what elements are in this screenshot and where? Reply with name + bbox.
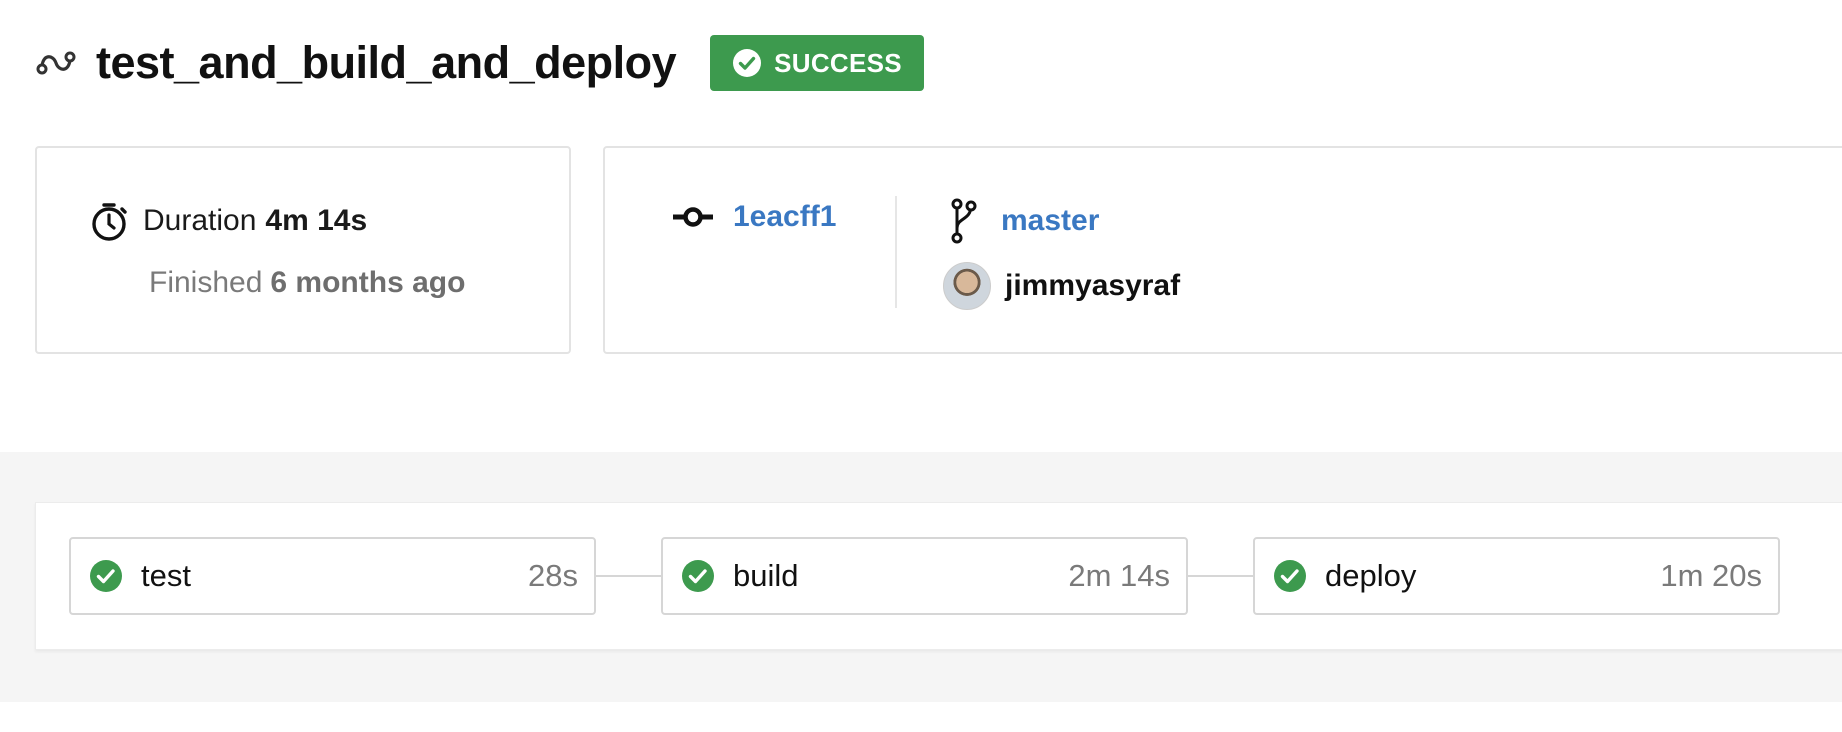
stages-band: test 28s build 2m 14s deploy 1m 20s [0,452,1842,702]
stage-name: build [733,558,799,593]
stage-deploy[interactable]: deploy 1m 20s [1253,537,1780,615]
pipeline-page: test_and_build_and_deploy SUCCESS Durati… [0,0,1842,732]
duration-value: 4m 14s [265,204,368,237]
pipeline-title: test_and_build_and_deploy [96,37,677,88]
stopwatch-icon [89,200,131,242]
stage-duration: 1m 20s [1660,558,1762,593]
commit-card: 1eacff1 master jimmyasyraf [603,146,1842,354]
check-circle-icon [681,559,715,593]
card-divider [895,196,897,308]
branch-row: master [949,198,1099,244]
check-circle-icon [1273,559,1307,593]
finished-label: Finished [149,266,263,299]
stage-name: test [141,558,191,593]
author-row: jimmyasyraf [943,262,1180,310]
commit-hash-link[interactable]: 1eacff1 [733,200,836,234]
stages-panel: test 28s build 2m 14s deploy 1m 20s [35,502,1842,650]
stage-name: deploy [1325,558,1417,593]
status-badge: SUCCESS [710,35,924,91]
duration-label: Duration [143,204,257,237]
stage-duration: 28s [528,558,578,593]
stage-test[interactable]: test 28s [69,537,596,615]
branch-link[interactable]: master [1001,204,1099,238]
commit-row: 1eacff1 [671,200,836,234]
duration-card: Duration 4m 14s Finished 6 months ago [35,146,571,354]
finished-value: 6 months ago [270,266,466,299]
author-name[interactable]: jimmyasyraf [1005,269,1180,303]
stage-build[interactable]: build 2m 14s [661,537,1188,615]
avatar[interactable] [943,262,991,310]
check-circle-icon [732,48,762,78]
finished-row: Finished 6 months ago [149,266,465,300]
branch-icon [949,198,979,244]
pipeline-header: test_and_build_and_deploy SUCCESS [36,34,924,92]
stage-connector [596,575,661,577]
pipeline-icon [36,45,80,81]
duration-row: Duration 4m 14s [89,200,367,242]
check-circle-icon [89,559,123,593]
commit-icon [671,205,715,229]
stage-duration: 2m 14s [1068,558,1170,593]
stage-connector [1188,575,1253,577]
status-label: SUCCESS [774,47,902,78]
